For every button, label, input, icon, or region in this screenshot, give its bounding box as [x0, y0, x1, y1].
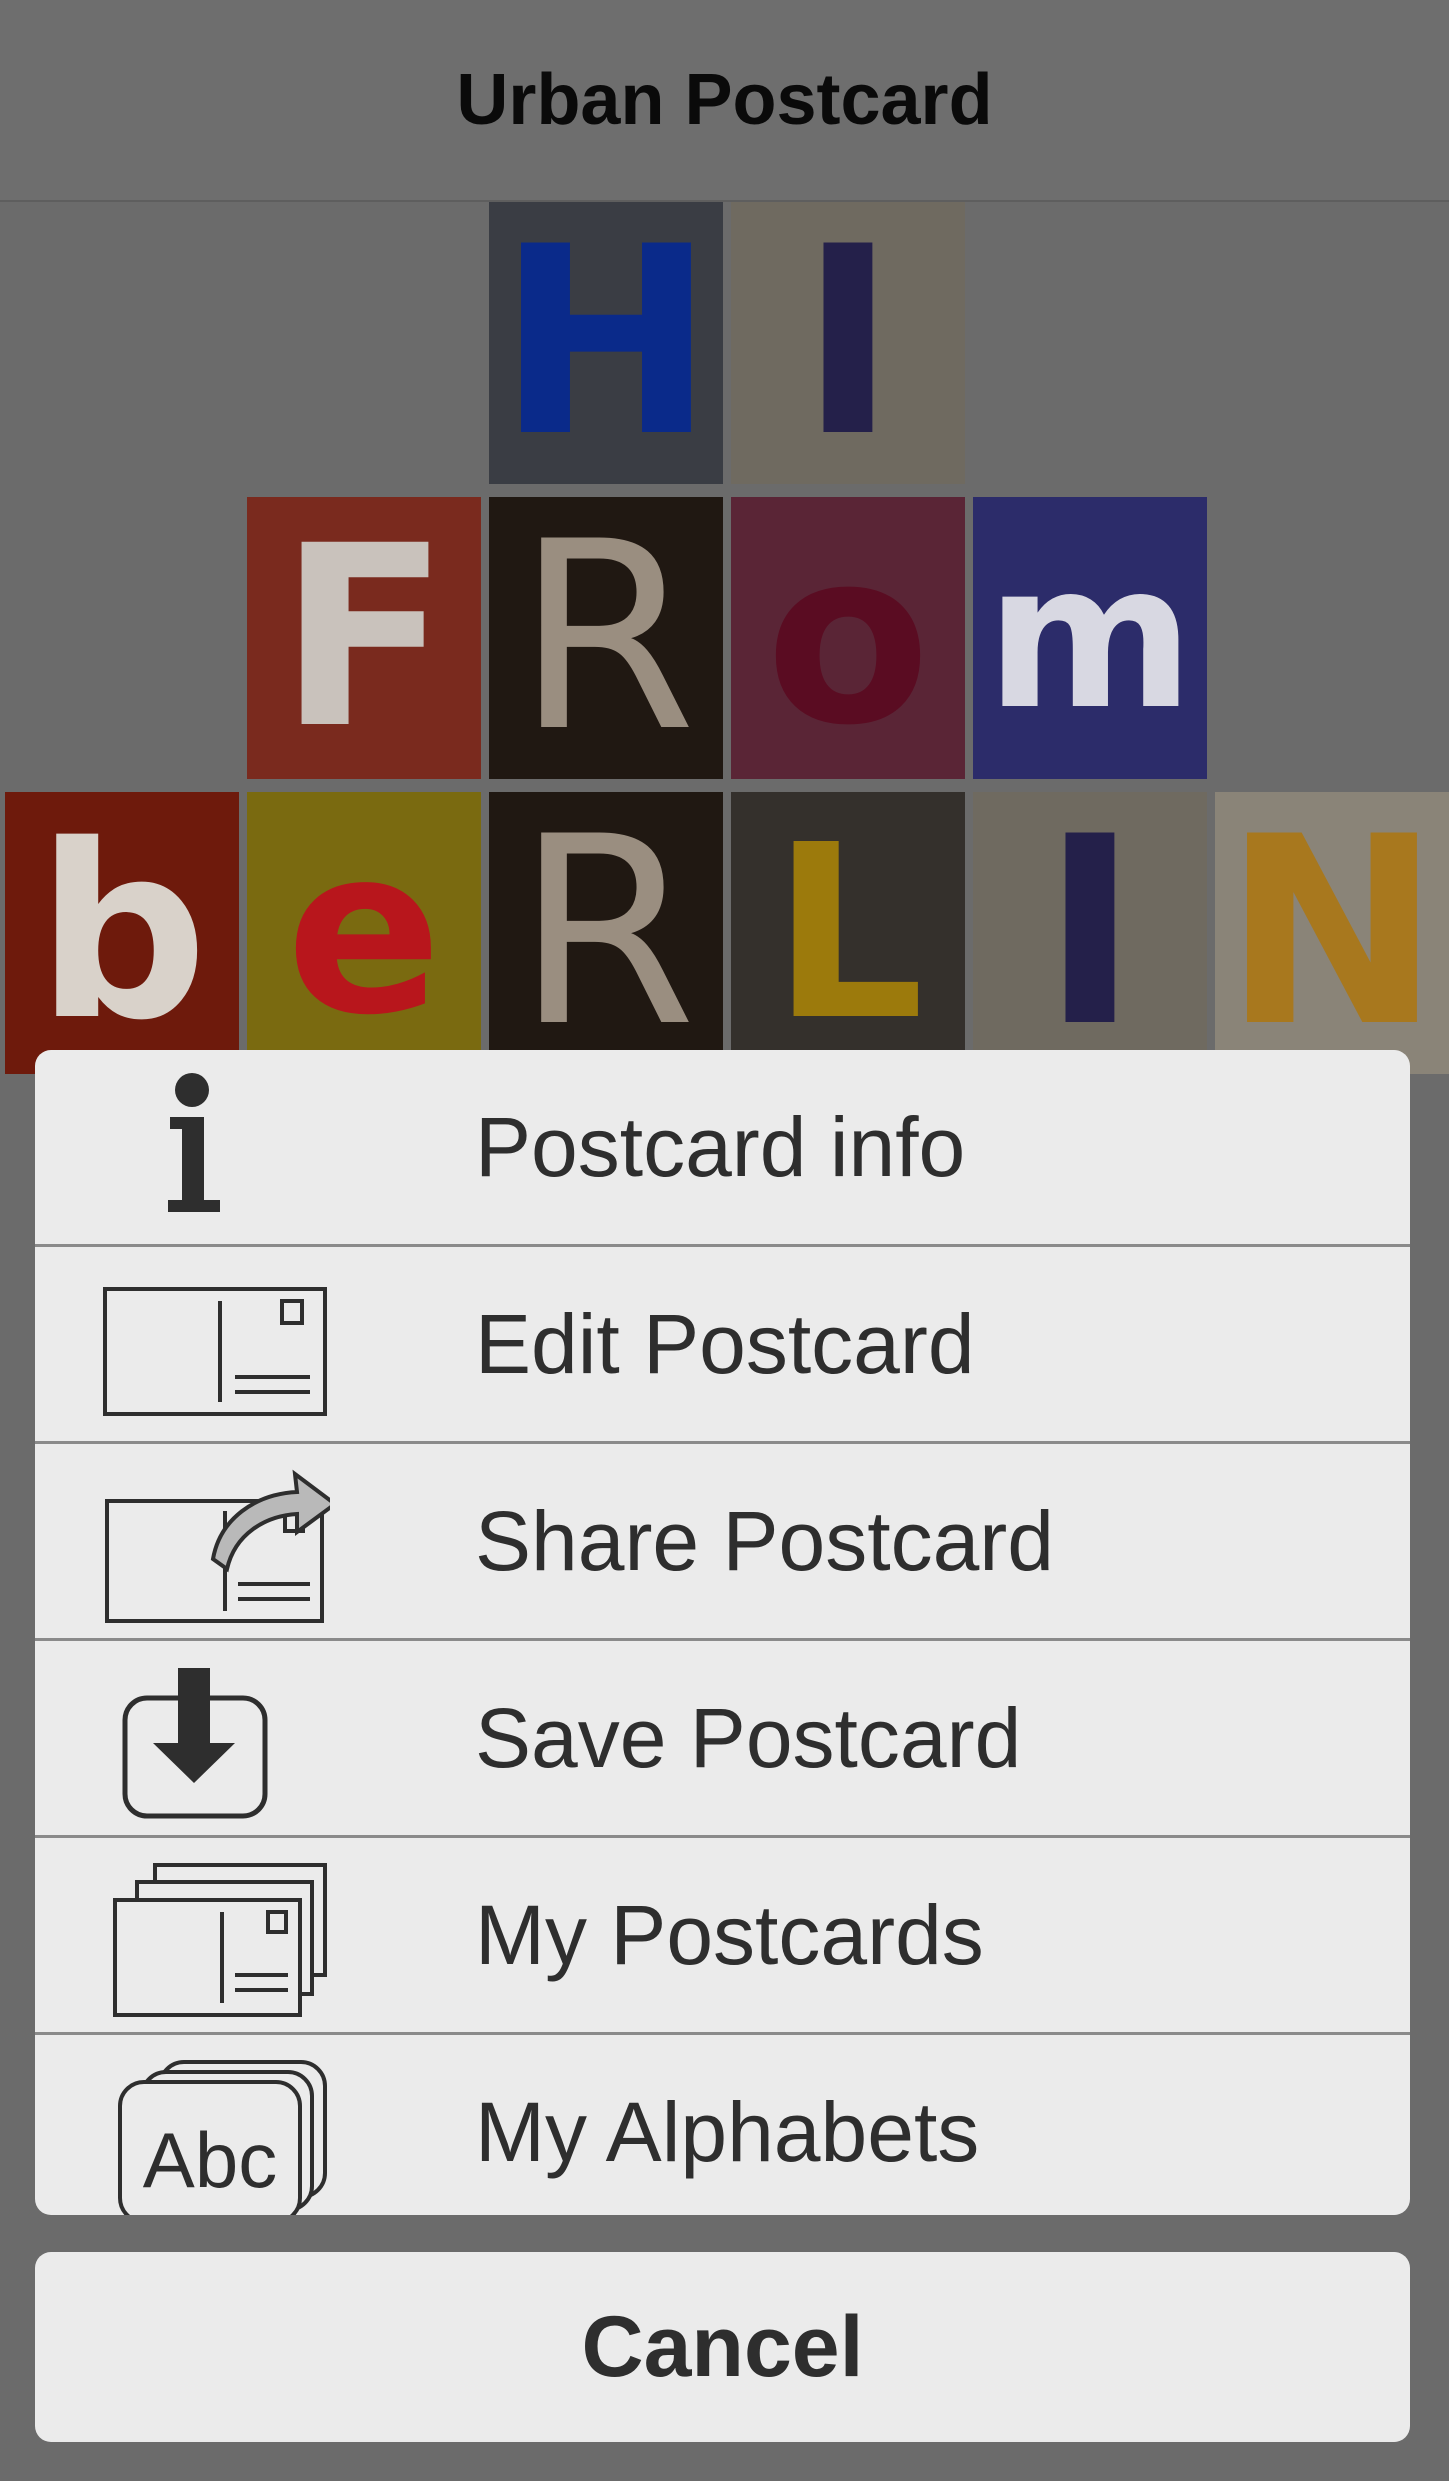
letter-tile-f: F	[247, 497, 481, 779]
alphabet-icon-text: Abc	[143, 2116, 277, 2204]
letter-tile-r: R	[489, 497, 723, 779]
action-sheet: Postcard info Edit Postcard Share Postca…	[35, 1050, 1410, 2215]
menu-item-label: My Alphabets	[475, 2084, 980, 2179]
info-icon	[60, 1062, 330, 1232]
share-postcard-icon	[60, 1456, 339, 1626]
tile-letter: L	[771, 793, 925, 1073]
letter-tile-h: H	[489, 202, 723, 484]
menu-item-label: Postcard info	[475, 1099, 966, 1194]
letter-tile-n: N	[1215, 792, 1449, 1074]
tile-letter: m	[985, 521, 1195, 754]
tile-letter: e	[286, 799, 442, 1066]
postcard-stack-icon	[60, 1850, 330, 2020]
menu-item-my-alphabets[interactable]: Abc My Alphabets	[35, 2035, 1410, 2215]
tile-letter: R	[515, 792, 697, 1074]
menu-item-postcard-info[interactable]: Postcard info	[35, 1050, 1410, 1247]
tile-letter: R	[515, 497, 697, 779]
cancel-label: Cancel	[581, 2298, 864, 2395]
letter-tile-e: e	[247, 792, 481, 1074]
postcard-preview: H I F R o m b e R L I N	[0, 202, 1449, 1082]
tile-letter: I	[799, 202, 897, 484]
tile-letter: N	[1223, 792, 1441, 1074]
letter-tile-i: I	[973, 792, 1207, 1074]
letter-tile-r: R	[489, 792, 723, 1074]
letter-tile-l: L	[731, 792, 965, 1074]
tile-letter: I	[1041, 792, 1139, 1074]
menu-item-edit-postcard[interactable]: Edit Postcard	[35, 1247, 1410, 1444]
menu-item-label: Share Postcard	[475, 1493, 1054, 1588]
tile-letter: H	[497, 202, 715, 484]
menu-item-my-postcards[interactable]: My Postcards	[35, 1838, 1410, 2035]
tile-letter: b	[36, 793, 208, 1073]
letter-tile-o: o	[731, 497, 965, 779]
menu-item-label: My Postcards	[475, 1887, 984, 1982]
cancel-button[interactable]: Cancel	[35, 2252, 1410, 2442]
menu-item-label: Save Postcard	[475, 1690, 1022, 1785]
menu-item-save-postcard[interactable]: Save Postcard	[35, 1641, 1410, 1838]
menu-item-label: Edit Postcard	[475, 1296, 975, 1391]
postcard-icon	[60, 1259, 330, 1429]
tile-letter: o	[765, 498, 931, 778]
app-title: Urban Postcard	[456, 60, 993, 140]
alphabet-cards-icon: Abc	[60, 2047, 330, 2215]
menu-item-share-postcard[interactable]: Share Postcard	[35, 1444, 1410, 1641]
save-download-icon	[60, 1653, 330, 1823]
letter-tile-b: b	[5, 792, 239, 1074]
navigation-bar: Urban Postcard	[0, 0, 1449, 202]
letter-tile-m: m	[973, 497, 1207, 779]
letter-tile-i: I	[731, 202, 965, 484]
tile-letter: F	[278, 497, 450, 779]
